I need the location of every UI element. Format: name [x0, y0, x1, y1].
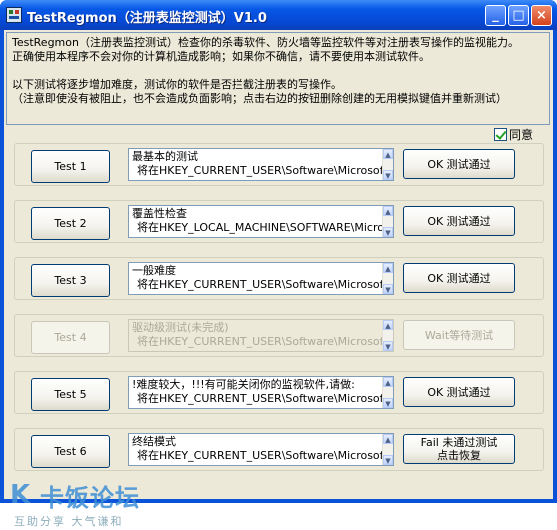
title-bar[interactable]: TestRegmon（注册表监控测试）V1.0 _ □ × — [0, 0, 557, 30]
test-3-panel: Test 3 一般难度 将在HKEY_CURRENT_USER\Software… — [14, 257, 544, 300]
scroll-down-arrow-icon[interactable]: ▼ — [383, 398, 393, 408]
registry-app-icon — [6, 7, 22, 23]
scroll-up-arrow-icon[interactable]: ▲ — [383, 206, 393, 216]
test-3-button[interactable]: Test 3 — [31, 264, 110, 297]
test-1-name: 最基本的测试 — [132, 150, 198, 163]
checkbox-checked-icon[interactable] — [494, 128, 507, 141]
scroll-up-arrow-icon[interactable]: ▲ — [383, 434, 393, 444]
test-1-result-button[interactable]: OK 测试通过 — [403, 149, 515, 179]
scroll-down-arrow-icon[interactable]: ▼ — [383, 455, 393, 465]
info-line: 正确使用本程序不会对你的计算机造成影响；如果你不确信，请不要使用本测试软件。 — [12, 50, 430, 63]
test-1-scrollbar[interactable]: ▲ ▼ — [382, 149, 393, 180]
scroll-down-arrow-icon[interactable]: ▼ — [383, 284, 393, 294]
test-4-result-button: Wait等待测试 — [403, 320, 515, 350]
test-4-scrollbar: ▲ ▼ — [382, 320, 393, 351]
test-5-scrollbar[interactable]: ▲ ▼ — [382, 377, 393, 408]
scroll-up-arrow-icon[interactable]: ▲ — [383, 377, 393, 387]
window-title: TestRegmon（注册表监控测试）V1.0 — [27, 11, 267, 26]
agree-checkbox[interactable]: 同意 — [494, 126, 533, 143]
test-6-result-line2: 点击恢复 — [437, 449, 481, 462]
test-4-name: 驱动级测试(未完成) — [132, 321, 229, 334]
close-button[interactable]: × — [531, 5, 552, 26]
test-6-name: 终结模式 — [132, 435, 176, 448]
test-3-name: 一般难度 — [132, 264, 176, 277]
info-line — [12, 64, 544, 78]
scroll-up-arrow-icon[interactable]: ▲ — [383, 263, 393, 273]
test-6-scrollbar[interactable]: ▲ ▼ — [382, 434, 393, 465]
test-5-result-button[interactable]: OK 测试通过 — [403, 377, 515, 407]
scroll-up-arrow-icon: ▲ — [383, 320, 393, 330]
maximize-button[interactable]: □ — [508, 5, 529, 26]
test-2-button[interactable]: Test 2 — [31, 207, 110, 240]
scroll-up-arrow-icon[interactable]: ▲ — [383, 149, 393, 159]
test-6-panel: Test 6 终结模式 将在HKEY_CURRENT_USER\Software… — [14, 428, 544, 471]
info-line: 以下测试将逐步增加难度，测试你的软件是否拦截注册表的写操作。 — [12, 78, 342, 91]
watermark-name: 卡饭论坛 — [40, 484, 140, 512]
test-1-panel: Test 1 最基本的测试 将在HKEY_CURRENT_USER\Softwa… — [14, 143, 544, 186]
watermark-logo: K 卡饭论坛 互助分享 大气谦和 — [6, 470, 176, 530]
test-6-description[interactable]: 终结模式 将在HKEY_CURRENT_USER\Software\Micros… — [128, 433, 394, 466]
test-2-path: 将在HKEY_LOCAL_MACHINE\SOFTWARE\Microsc — [137, 221, 394, 234]
test-4-path: 将在HKEY_CURRENT_USER\Software\Microsoft\W — [137, 335, 394, 348]
test-2-scrollbar[interactable]: ▲ ▼ — [382, 206, 393, 237]
scroll-down-arrow-icon: ▼ — [383, 341, 393, 351]
client-area: TestRegmon（注册表监控测试）检查你的杀毒软件、防火墙等监控软件等对注册… — [4, 30, 553, 528]
test-4-panel: Test 4 驱动级测试(未完成) 将在HKEY_CURRENT_USER\So… — [14, 314, 544, 357]
test-5-description[interactable]: !难度较大，!!!有可能关闭你的监视软件,请做: 将在HKEY_CURRENT_… — [128, 376, 394, 409]
test-2-name: 覆盖性检查 — [132, 207, 187, 220]
test-4-description: 驱动级测试(未完成) 将在HKEY_CURRENT_USER\Software\… — [128, 319, 394, 352]
test-3-path: 将在HKEY_CURRENT_USER\Software\Microsoft\W — [137, 278, 394, 291]
test-5-panel: Test 5 !难度较大，!!!有可能关闭你的监视软件,请做: 将在HKEY_C… — [14, 371, 544, 414]
info-line: TestRegmon（注册表监控测试）检查你的杀毒软件、防火墙等监控软件等对注册… — [12, 36, 519, 49]
test-5-path: 将在HKEY_CURRENT_USER\Software\Microsoft\W — [137, 392, 394, 405]
test-6-result-button[interactable]: Fail 未通过测试 点击恢复 — [403, 434, 515, 464]
agree-label: 同意 — [509, 128, 534, 142]
test-1-button[interactable]: Test 1 — [31, 150, 110, 183]
test-5-name: !难度较大，!!!有可能关闭你的监视软件,请做: — [132, 378, 355, 391]
info-line: （注意即使没有被阻止，也不会造成负面影响；点击右边的按钮删除创建的无用模拟键值并… — [12, 92, 507, 105]
test-1-path: 将在HKEY_CURRENT_USER\Software\Microsoft\W — [137, 164, 394, 177]
test-2-panel: Test 2 覆盖性检查 将在HKEY_LOCAL_MACHINE\SOFTWA… — [14, 200, 544, 243]
minimize-button[interactable]: _ — [485, 5, 506, 26]
info-textbox[interactable]: TestRegmon（注册表监控测试）检查你的杀毒软件、防火墙等监控软件等对注册… — [6, 32, 550, 125]
test-3-result-button[interactable]: OK 测试通过 — [403, 263, 515, 293]
test-6-path: 将在HKEY_CURRENT_USER\Software\Microsoft\W — [137, 449, 394, 462]
watermark-mark: K — [10, 480, 31, 510]
test-6-result-line1: Fail 未通过测试 — [420, 436, 498, 449]
test-3-description[interactable]: 一般难度 将在HKEY_CURRENT_USER\Software\Micros… — [128, 262, 394, 295]
test-2-result-button[interactable]: OK 测试通过 — [403, 206, 515, 236]
test-2-description[interactable]: 覆盖性检查 将在HKEY_LOCAL_MACHINE\SOFTWARE\Micr… — [128, 205, 394, 238]
test-4-button: Test 4 — [31, 321, 110, 354]
test-5-button[interactable]: Test 5 — [31, 378, 110, 411]
scroll-down-arrow-icon[interactable]: ▼ — [383, 227, 393, 237]
test-3-scrollbar[interactable]: ▲ ▼ — [382, 263, 393, 294]
scroll-down-arrow-icon[interactable]: ▼ — [383, 170, 393, 180]
watermark-slogan: 互助分享 大气谦和 — [14, 515, 124, 528]
test-6-button[interactable]: Test 6 — [31, 435, 110, 468]
app-window: TestRegmon（注册表监控测试）V1.0 _ □ × TestRegmon… — [0, 0, 557, 528]
test-1-description[interactable]: 最基本的测试 将在HKEY_CURRENT_USER\Software\Micr… — [128, 148, 394, 181]
